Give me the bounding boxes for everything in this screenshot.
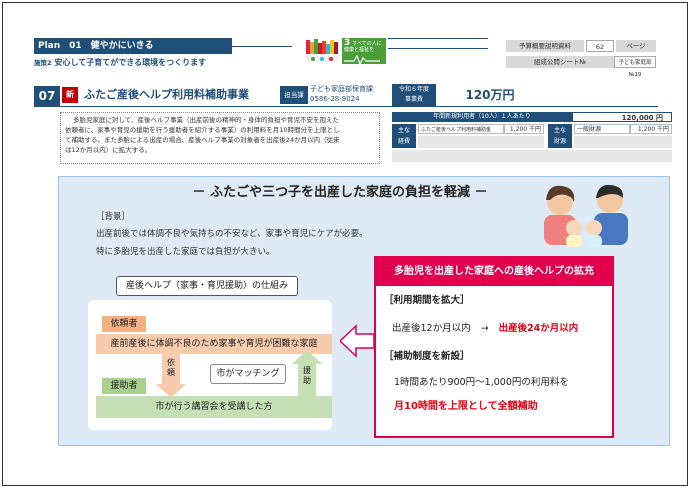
heartbeat-icon <box>344 55 380 65</box>
period-change: 出産後12か月以内 → 出産後24か月以内 <box>392 322 578 336</box>
revenue-empty-row <box>574 136 672 148</box>
requester-tag: 依頼者 <box>102 316 146 332</box>
expansion-title: 多胎児を出産した家庭への産後ヘルプの拡充 <box>376 258 612 286</box>
subsidy-line: 1時間あたり900円～1,000円の利用料を <box>394 377 569 388</box>
matching-box: 市がマッチング <box>210 364 286 384</box>
budget-year: 令和６年度 <box>398 86 429 93</box>
background-line-2: 特に多胎児を出産した家庭では負担が大きい。 <box>96 247 275 257</box>
period-after: 出産後24か月以内 <box>498 323 579 334</box>
revenue-amount: 1,200 千円 <box>630 124 672 134</box>
subsidy-heading: ［補助制度を新設］ <box>384 351 470 362</box>
expense-label: 主な 経費 <box>392 124 416 148</box>
policy-text: 安心して子育てができる環境をつくります <box>54 58 207 67</box>
policy-heading: 施策2 安心して子育てができる環境をつくります <box>34 56 294 70</box>
period-heading: ［利用期間を拡大］ <box>384 295 470 306</box>
sdgs-logo-icon <box>306 39 338 62</box>
background-line-1: 出産前後では体調不良や気持ちの不安など、家事や育児にケアが必要。 <box>96 229 368 239</box>
users-label: 年間新規利用者（10人）１人あたり <box>433 113 531 120</box>
revenue-label: 主な 財源 <box>548 124 572 148</box>
budget-caption: 事業費 <box>404 96 423 103</box>
divider <box>232 46 292 47</box>
dept-name: 子ども家庭部保育課 <box>310 85 373 93</box>
policy-tag: 施策2 <box>34 59 52 67</box>
period-arrow: → <box>480 323 489 334</box>
divider <box>34 106 658 107</box>
divider <box>388 38 488 39</box>
revenue-label-2: 財源 <box>553 138 566 145</box>
headline: － ふたごや三つ子を出産した家庭の負担を軽減 － <box>192 185 488 200</box>
budget-label: 令和６年度 事業費 <box>392 84 436 106</box>
department: 子ども家庭部保育課 0586-28-9024 <box>310 84 390 104</box>
project-title: ふたご産後ヘルプ利用料補助事業 <box>84 88 249 101</box>
dept-phone: 0586-28-9024 <box>310 95 360 103</box>
helper-tag: 援助者 <box>102 378 146 394</box>
dept-label: 担当課 <box>280 86 308 104</box>
assist-text: 援助 <box>303 366 311 385</box>
divider <box>388 48 488 49</box>
project-number: 07 <box>34 86 60 106</box>
description-line: は12か月以内）に拡大する。 <box>65 146 152 154</box>
expense-item: ふたご産後ヘルプ利用料補助金 <box>418 124 504 134</box>
background-label: ［背景］ <box>96 212 131 222</box>
per-user-amount: 120,000 円 <box>572 112 672 122</box>
description-line: 依頼者に、家事や育児の援助を行う援助者を紹介する事業）の利用料を月10時間分を上… <box>65 126 340 134</box>
family-illustration-icon <box>544 184 628 247</box>
sheet-label: 組成公開シート№ <box>506 56 614 68</box>
new-badge: 新 <box>62 87 78 103</box>
revenue-label-1: 主な <box>553 127 566 134</box>
helper-description: 市が行う講習会を受講した方 <box>96 396 332 418</box>
period-before: 出産後12か月以内 <box>392 323 471 334</box>
page-number: 62 <box>586 40 614 52</box>
revenue-item: 一般財源 <box>574 124 630 134</box>
description-line: 多胎児家庭に対して、産後ヘルプ事業（出産前後の精神的・身体的負担や育児不安を抱え… <box>73 116 339 124</box>
expense-empty-row <box>418 136 544 148</box>
table-empty-row <box>392 150 672 162</box>
request-text: 依頼 <box>167 358 175 377</box>
plan-title: Plan 01 健やかにいきる <box>34 38 232 54</box>
mechanism-title: 産後ヘルプ（家事・育児援助）の仕組み <box>116 276 298 296</box>
request-label: 依頼 <box>165 358 177 378</box>
page-unit: ページ <box>616 40 656 52</box>
subsidy-highlight: 月10時間を上限として全額補助 <box>394 401 538 412</box>
expense-label-1: 主な <box>397 127 410 134</box>
expense-label-2: 経費 <box>397 138 410 145</box>
project-description: 多胎児家庭に対して、産後ヘルプ事業（出産前後の精神的・身体的負担や育児不安を抱え… <box>60 112 380 164</box>
assist-label: 援助 <box>301 366 313 386</box>
doc-label: 予算概要説明資料 <box>506 40 584 52</box>
expense-amount: 1,200 千円 <box>504 124 544 134</box>
sdg-goal-3: 3 すべての人に健康と福祉を <box>342 38 386 65</box>
sheet-value: 子ども家庭部№19 <box>614 56 656 78</box>
left-arrow-icon <box>340 324 374 358</box>
budget-value: 120万円 <box>465 88 515 102</box>
description-line: て補助する。また多胎による出産の場合、産後ヘルプ事業の対象者を出産後24か月以内… <box>65 136 340 144</box>
